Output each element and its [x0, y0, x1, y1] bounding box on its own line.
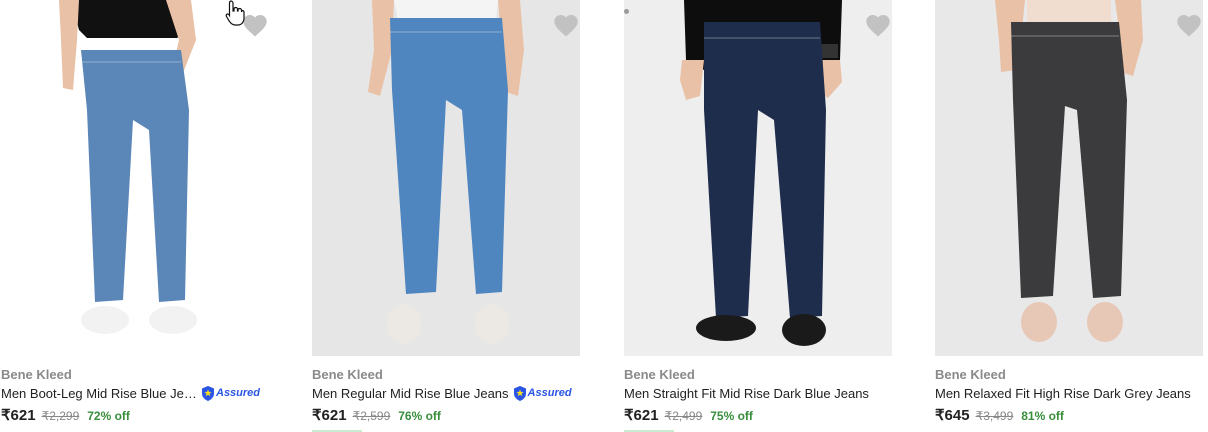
product-brand: Bene Kleed — [935, 367, 1006, 382]
assured-label: Assured — [216, 387, 261, 399]
heart-icon[interactable] — [1175, 12, 1203, 40]
product-title[interactable]: Men Relaxed Fit High Rise Dark Grey Jean… — [935, 386, 1191, 401]
product-image[interactable] — [312, 0, 580, 356]
price-row: ₹645 ₹3,499 81% off — [935, 406, 1064, 424]
product-brand: Bene Kleed — [624, 367, 695, 382]
product-title-row: Men Relaxed Fit High Rise Dark Grey Jean… — [935, 384, 1203, 402]
heart-icon[interactable] — [864, 12, 892, 40]
assured-label: Assured — [527, 387, 572, 399]
product-card[interactable]: Bene Kleed Men Regular Mid Rise Blue Jea… — [312, 0, 580, 432]
product-discount: 72% off — [87, 409, 130, 423]
product-title[interactable]: Men Straight Fit Mid Rise Dark Blue Jean… — [624, 386, 869, 401]
product-price: ₹621 — [624, 407, 659, 424]
product-mrp: ₹3,499 — [975, 409, 1014, 423]
shield-icon — [202, 385, 214, 401]
product-title[interactable]: Men Regular Mid Rise Blue Jeans — [312, 386, 509, 401]
product-card[interactable]: Bene Kleed Men Boot-Leg Mid Rise Blue Je… — [1, 0, 269, 432]
product-card[interactable]: Bene Kleed Men Relaxed Fit High Rise Dar… — [935, 0, 1203, 432]
product-title-row: Men Regular Mid Rise Blue Jeans Assured — [312, 384, 580, 402]
product-brand: Bene Kleed — [1, 367, 72, 382]
price-row: ₹621 ₹2,299 72% off — [1, 406, 130, 424]
price-row: ₹621 ₹2,599 76% off — [312, 406, 441, 424]
product-discount: 75% off — [710, 409, 753, 423]
heart-icon[interactable] — [241, 12, 269, 40]
product-mrp: ₹2,499 — [664, 409, 703, 423]
product-discount: 76% off — [398, 409, 441, 423]
product-title[interactable]: Men Boot-Leg Mid Rise Blue Jea... — [1, 386, 197, 401]
product-brand: Bene Kleed — [312, 367, 383, 382]
product-title-row: Men Straight Fit Mid Rise Dark Blue Jean… — [624, 384, 892, 402]
product-mrp: ₹2,599 — [352, 409, 391, 423]
product-image[interactable] — [935, 0, 1203, 356]
product-title-row: Men Boot-Leg Mid Rise Blue Jea... Assure… — [1, 384, 269, 402]
hand-pointer-icon — [225, 0, 245, 26]
product-mrp: ₹2,299 — [41, 409, 80, 423]
assured-badge: Assured — [513, 385, 572, 401]
heart-icon[interactable] — [552, 12, 580, 40]
product-image[interactable] — [1, 0, 269, 356]
image-carousel-dot[interactable] — [624, 9, 629, 14]
product-grid: Bene Kleed Men Boot-Leg Mid Rise Blue Je… — [0, 0, 1208, 432]
product-discount: 81% off — [1021, 409, 1064, 423]
product-image[interactable] — [624, 0, 892, 356]
product-price: ₹645 — [935, 407, 970, 424]
product-price: ₹621 — [312, 407, 347, 424]
product-price: ₹621 — [1, 407, 36, 424]
price-row: ₹621 ₹2,499 75% off — [624, 406, 753, 424]
product-card[interactable]: Bene Kleed Men Straight Fit Mid Rise Dar… — [624, 0, 892, 432]
assured-badge: Assured — [201, 385, 261, 401]
shield-icon — [513, 385, 526, 401]
